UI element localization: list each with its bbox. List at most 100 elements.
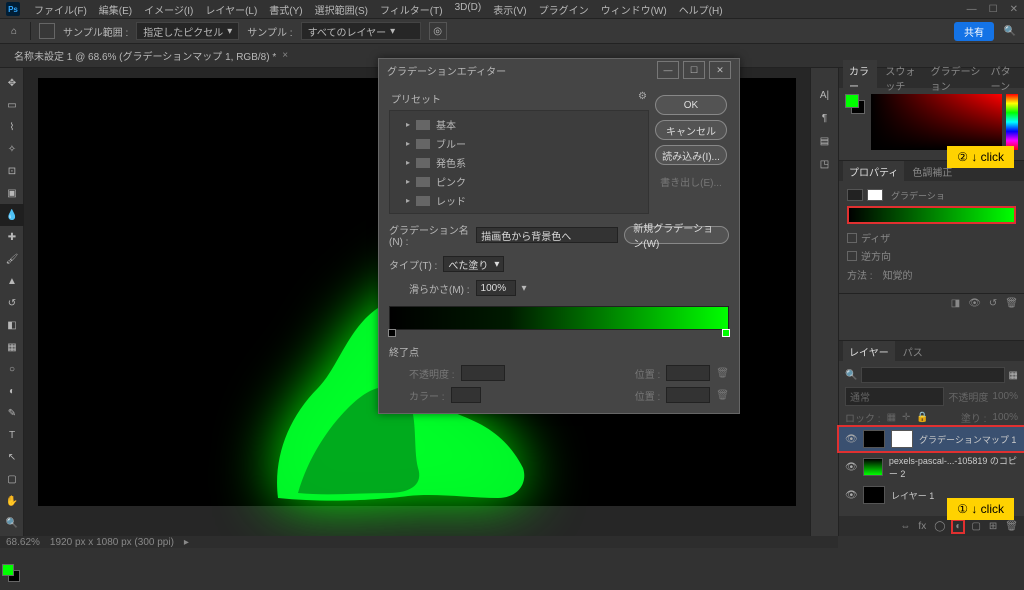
wand-tool[interactable]: ✧ bbox=[0, 138, 24, 160]
preset-list[interactable]: ▸基本 ▸ブルー ▸発色系 ▸ピンク ▸レッド bbox=[389, 110, 649, 214]
preset-folder-pink[interactable]: ▸ピンク bbox=[396, 172, 642, 191]
dialog-minimize[interactable]: — bbox=[657, 61, 679, 79]
load-button[interactable]: 読み込み(I)... bbox=[655, 145, 727, 165]
menu-select[interactable]: 選択範囲(S) bbox=[309, 0, 374, 19]
gradient-bar[interactable] bbox=[389, 306, 729, 330]
menu-layer[interactable]: レイヤー(L) bbox=[199, 0, 263, 19]
panel-fg-color[interactable] bbox=[845, 94, 859, 108]
foreground-color[interactable] bbox=[2, 564, 14, 576]
visibility-icon[interactable]: 👁 bbox=[845, 462, 857, 473]
type-dropdown[interactable]: べた塗り▾ bbox=[443, 256, 504, 272]
ok-button[interactable]: OK bbox=[655, 95, 727, 115]
visibility-icon[interactable]: 👁 bbox=[845, 434, 857, 445]
menu-file[interactable]: ファイル(F) bbox=[28, 0, 93, 19]
menu-window[interactable]: ウィンドウ(W) bbox=[595, 0, 673, 19]
type-tool[interactable]: T bbox=[0, 424, 24, 446]
tab-properties[interactable]: プロパティ bbox=[843, 161, 904, 182]
layer-name[interactable]: グラデーションマップ 1 bbox=[919, 433, 1016, 446]
share-button[interactable]: 共有 bbox=[954, 22, 994, 41]
eyedropper-tool[interactable]: 💧 bbox=[0, 204, 24, 226]
stamp-tool[interactable]: ▲ bbox=[0, 270, 24, 292]
tab-close-icon[interactable]: × bbox=[282, 50, 288, 61]
marquee-tool[interactable]: ▭ bbox=[0, 94, 24, 116]
layer-search[interactable] bbox=[861, 367, 1004, 383]
histogram-panel-icon[interactable]: ▤ bbox=[820, 136, 829, 147]
dither-checkbox[interactable]: ディザ bbox=[847, 230, 1016, 245]
fx-icon[interactable]: fx bbox=[918, 521, 926, 532]
zoom-tool[interactable]: 🔍 bbox=[0, 512, 24, 534]
layer-gradient-map[interactable]: 👁 グラデーションマップ 1 bbox=[839, 427, 1024, 451]
eraser-tool[interactable]: ◧ bbox=[0, 314, 24, 336]
brush-tool[interactable]: 🖌 bbox=[0, 248, 24, 270]
character-panel-icon[interactable]: A| bbox=[820, 90, 829, 101]
layer-thumb[interactable] bbox=[863, 486, 885, 504]
zoom-level[interactable]: 68.62% bbox=[6, 537, 40, 548]
menu-3d[interactable]: 3D(D) bbox=[449, 0, 488, 19]
lock-pixels-icon[interactable]: ▦ bbox=[887, 412, 896, 423]
layer-thumb[interactable] bbox=[863, 430, 885, 448]
new-gradient-button[interactable]: 新規グラデーション(W) bbox=[624, 226, 729, 244]
trash-icon[interactable]: 🗑 bbox=[1005, 298, 1018, 309]
layer-thumb[interactable] bbox=[863, 458, 883, 476]
document-tab[interactable]: 名称未設定 1 @ 68.6% (グラデーションマップ 1, RGB/8) * … bbox=[6, 45, 296, 66]
dialog-maximize[interactable]: ☐ bbox=[683, 61, 705, 79]
fill-value[interactable]: 100% bbox=[992, 412, 1018, 423]
hue-slider[interactable] bbox=[1006, 94, 1018, 150]
layer-name[interactable]: レイヤー 1 bbox=[891, 489, 934, 502]
reset-icon[interactable]: ↺ bbox=[989, 298, 997, 309]
close-icon[interactable]: ✕ bbox=[1010, 4, 1018, 15]
layer-image[interactable]: 👁 pexels-pascal-...-105819 のコピー 2 bbox=[839, 451, 1024, 483]
delete-layer-icon[interactable]: 🗑 bbox=[1005, 521, 1018, 532]
eye-icon[interactable]: 👁 bbox=[968, 298, 981, 309]
frame-tool[interactable]: ▣ bbox=[0, 182, 24, 204]
gradient-name-input[interactable] bbox=[476, 227, 618, 243]
dialog-close[interactable]: ✕ bbox=[709, 61, 731, 79]
sample-ring-icon[interactable]: ◎ bbox=[429, 22, 447, 40]
menu-filter[interactable]: フィルター(T) bbox=[374, 0, 449, 19]
gradient-preview[interactable] bbox=[847, 206, 1016, 224]
paragraph-panel-icon[interactable]: ¶ bbox=[822, 113, 827, 124]
minimize-icon[interactable]: — bbox=[967, 4, 977, 15]
home-icon[interactable]: ⌂ bbox=[6, 23, 22, 39]
opacity-value[interactable]: 100% bbox=[992, 391, 1018, 402]
tab-layers[interactable]: レイヤー bbox=[843, 341, 895, 362]
heal-tool[interactable]: ✚ bbox=[0, 226, 24, 248]
layer-name[interactable]: pexels-pascal-...-105819 のコピー 2 bbox=[889, 454, 1018, 480]
gradient-stop-left[interactable] bbox=[388, 329, 396, 337]
preset-folder-basic[interactable]: ▸基本 bbox=[396, 115, 642, 134]
blend-mode-dropdown[interactable]: 通常 bbox=[845, 387, 944, 406]
chevron-down-icon[interactable]: ▾ bbox=[522, 283, 527, 294]
move-tool[interactable]: ✥ bbox=[0, 72, 24, 94]
lock-all-icon[interactable]: 🔒 bbox=[916, 412, 928, 423]
color-swatches[interactable] bbox=[0, 564, 24, 590]
gradient-tool[interactable]: ▦ bbox=[0, 336, 24, 358]
sample-area-dropdown[interactable]: 指定したピクセル▾ bbox=[136, 22, 239, 40]
cancel-button[interactable]: キャンセル bbox=[655, 120, 727, 140]
maximize-icon[interactable]: ☐ bbox=[989, 4, 998, 15]
reverse-checkbox[interactable]: 逆方向 bbox=[847, 248, 1016, 263]
tool-icon-eyedropper[interactable] bbox=[39, 23, 55, 39]
adjustment-add-icon[interactable]: ◐ bbox=[953, 521, 963, 532]
path-tool[interactable]: ↖ bbox=[0, 446, 24, 468]
gear-icon[interactable]: ⚙ bbox=[638, 91, 647, 106]
menu-image[interactable]: イメージ(I) bbox=[138, 0, 199, 19]
tab-paths[interactable]: パス bbox=[903, 344, 923, 359]
chevron-right-icon[interactable]: ▸ bbox=[184, 537, 189, 548]
menu-type[interactable]: 書式(Y) bbox=[263, 0, 308, 19]
visibility-icon[interactable]: 👁 bbox=[845, 490, 857, 501]
hand-tool[interactable]: ✋ bbox=[0, 490, 24, 512]
navigator-panel-icon[interactable]: ◳ bbox=[820, 159, 829, 170]
group-icon[interactable]: ▢ bbox=[971, 521, 980, 532]
menu-plugin[interactable]: プラグイン bbox=[533, 0, 595, 19]
sample-layer-dropdown[interactable]: すべてのレイヤー▾ bbox=[301, 22, 421, 40]
preset-folder-red[interactable]: ▸レッド bbox=[396, 191, 642, 210]
gradient-stop-right[interactable] bbox=[722, 329, 730, 337]
menu-help[interactable]: ヘルプ(H) bbox=[673, 0, 729, 19]
dodge-tool[interactable]: ◐ bbox=[0, 380, 24, 402]
menu-view[interactable]: 表示(V) bbox=[487, 0, 532, 19]
search-icon[interactable]: 🔍 bbox=[1002, 26, 1018, 37]
mask-add-icon[interactable]: ◯ bbox=[934, 521, 945, 532]
pen-tool[interactable]: ✎ bbox=[0, 402, 24, 424]
blur-tool[interactable]: ○ bbox=[0, 358, 24, 380]
color-picker-area[interactable] bbox=[871, 94, 1002, 150]
